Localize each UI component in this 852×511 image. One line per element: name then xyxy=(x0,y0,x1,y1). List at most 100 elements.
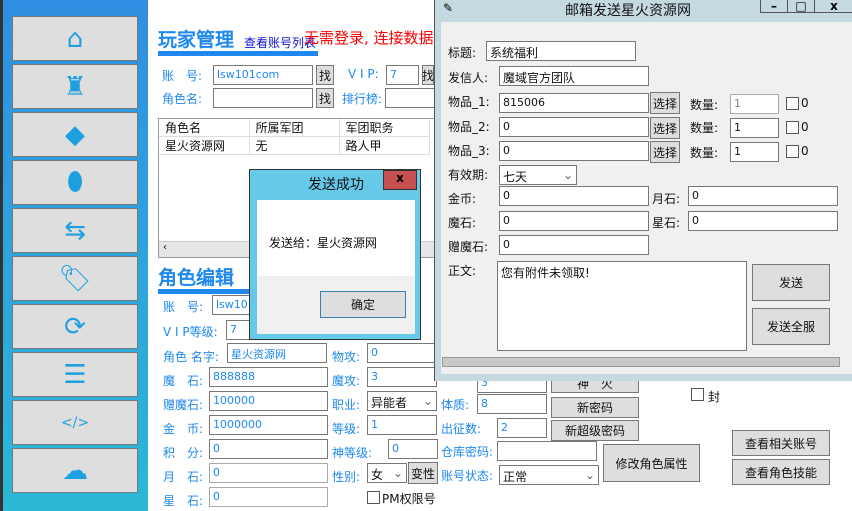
table-header: 角色名 所属军团 军团职务 xyxy=(159,119,430,137)
nav-egg[interactable]: ⬮ xyxy=(12,160,138,205)
body-textarea[interactable]: 您有附件未领取! xyxy=(497,261,747,351)
col-header[interactable]: 所属军团 xyxy=(249,119,340,137)
send-button[interactable]: 发送 xyxy=(752,264,830,301)
account-status-value: 正常 xyxy=(503,470,528,484)
modify-role-button[interactable]: 修改角色属性 xyxy=(603,444,700,482)
send-success-dialog: 发送成功 x 发送给：星火资源网 确定 xyxy=(249,169,421,340)
item1-choose-button[interactable]: 选择 xyxy=(650,92,680,114)
role-name-input[interactable] xyxy=(213,88,313,108)
gift-stone-input[interactable]: 100000 xyxy=(209,391,328,411)
mail-star-input[interactable]: 0 xyxy=(688,211,838,231)
role-section-title: 角色编辑 xyxy=(158,267,235,289)
patk-label: 物攻: xyxy=(332,350,361,364)
egg-icon: ⬮ xyxy=(66,167,84,197)
gift3-checkbox[interactable] xyxy=(786,145,799,158)
pm-checkbox[interactable] xyxy=(367,491,380,504)
moon-stone-input[interactable]: 0 xyxy=(209,463,328,483)
qty1-label: 数量: xyxy=(690,98,719,112)
account-input[interactable]: lsw101com xyxy=(213,65,313,85)
patk-input[interactable]: 0 xyxy=(367,343,437,363)
role-account-input[interactable]: lsw101 xyxy=(212,295,252,315)
dialog-close-button[interactable]: x xyxy=(383,170,417,190)
nav-players[interactable]: ♜ xyxy=(12,64,138,109)
nav-price[interactable]: 🏷 xyxy=(12,256,138,301)
nav-cloud[interactable]: ☁ xyxy=(12,448,138,493)
level-input[interactable]: 1 xyxy=(367,415,437,435)
dialog-message: 发送给：星火资源网 xyxy=(269,236,378,250)
sender-input[interactable]: 魔域官方团队 xyxy=(499,66,649,86)
app-icon: ✎ xyxy=(443,1,454,15)
mail-moon-input[interactable]: 0 xyxy=(688,186,838,206)
account-status-select[interactable]: 正常 ⌄ xyxy=(499,465,599,485)
chevron-down-icon: ⌄ xyxy=(392,466,403,480)
job-select[interactable]: 异能者 ⌄ xyxy=(367,391,437,411)
magic-stone-input[interactable]: 888888 xyxy=(209,367,328,387)
view-related-accounts-button[interactable]: 查看相关账号 xyxy=(732,430,830,456)
find-vip-button[interactable]: 找 xyxy=(422,65,434,85)
points-input[interactable]: 0 xyxy=(209,439,328,459)
gift1-checkbox[interactable] xyxy=(786,97,799,110)
item3-choose-button[interactable]: 选择 xyxy=(650,141,680,163)
view-role-skills-button[interactable]: 查看角色技能 xyxy=(732,459,830,485)
item2-label: 物品_2: xyxy=(448,120,490,134)
nav-home[interactable]: ⌂ xyxy=(12,16,138,61)
mail-magic-stone-input[interactable]: 0 xyxy=(499,211,649,231)
moon-stone-label: 月 石: xyxy=(163,470,204,484)
maximize-button[interactable]: □ xyxy=(787,0,815,13)
account-label: 账 号: xyxy=(162,69,203,83)
close-button[interactable]: x xyxy=(814,0,852,13)
ban-checkbox[interactable] xyxy=(691,388,704,401)
char-name-label: 角色 名字: xyxy=(163,350,219,364)
list-edit-icon: ☰ xyxy=(63,359,87,390)
god-level-input[interactable]: 0 xyxy=(388,439,438,459)
expiry-select[interactable]: 七天 ⌄ xyxy=(499,165,577,185)
mail-gold-input[interactable]: 0 xyxy=(499,186,649,206)
item1-input[interactable]: 815006 xyxy=(499,93,649,113)
home-icon: ⌂ xyxy=(66,23,84,54)
qty3-input[interactable]: 1 xyxy=(730,142,779,162)
warehouse-password-input[interactable] xyxy=(497,441,597,461)
gender-value: 女 xyxy=(371,468,384,482)
cloud-icon: ☁ xyxy=(62,455,88,486)
nav-code[interactable]: </> xyxy=(12,400,138,445)
gold-input[interactable]: 1000000 xyxy=(209,415,328,435)
col-header[interactable]: 军团职务 xyxy=(339,119,430,137)
gender-select[interactable]: 女 ⌄ xyxy=(367,463,407,483)
gift-stone-label: 赠魔石: xyxy=(163,398,204,412)
role-account-label: 账 号: xyxy=(163,300,204,314)
nav-diamond[interactable]: ◆ xyxy=(12,112,138,157)
find-role-button[interactable]: 找 xyxy=(316,88,334,108)
gift2-checkbox[interactable] xyxy=(786,121,799,134)
matk-input[interactable]: 3 xyxy=(367,367,437,387)
minimize-button[interactable]: – xyxy=(760,0,788,13)
nav-list[interactable]: ☰ xyxy=(12,352,138,397)
nav-refresh[interactable]: ⟳ xyxy=(12,304,138,349)
char-name-input[interactable]: 星火资源网 xyxy=(227,343,327,363)
item3-input[interactable]: 0 xyxy=(499,141,649,161)
qty2-input[interactable]: 1 xyxy=(730,118,779,138)
expedition-input[interactable]: 2 xyxy=(497,418,547,438)
qty1-input[interactable]: 1 xyxy=(730,94,779,114)
gift1-label: 0 xyxy=(801,96,809,110)
sidebar: ⌂ ♜ ◆ ⬮ ⇆ 🏷 ⟳ ☰ </> ☁ xyxy=(0,0,148,511)
rank-input[interactable] xyxy=(385,88,435,108)
vip-input[interactable]: 7 xyxy=(386,65,419,85)
subject-input[interactable]: 系统福利 xyxy=(486,41,636,61)
chevron-down-icon: ⌄ xyxy=(422,394,433,408)
item2-choose-button[interactable]: 选择 xyxy=(650,117,680,139)
refresh-icon: ⟳ xyxy=(64,311,86,342)
find-account-button[interactable]: 找 xyxy=(316,65,334,85)
new-password-button[interactable]: 新密码 xyxy=(551,397,639,418)
nav-transfer[interactable]: ⇆ xyxy=(12,208,138,253)
star-stone-input[interactable]: 0 xyxy=(209,487,328,507)
constitution-input[interactable]: 8 xyxy=(477,394,547,414)
ok-button[interactable]: 确定 xyxy=(320,291,406,318)
new-super-password-button[interactable]: 新超级密码 xyxy=(551,420,639,441)
change-gender-button[interactable]: 变性 xyxy=(408,462,438,484)
transfer-arrows-icon: ⇆ xyxy=(64,215,86,246)
table-row[interactable]: 星火资源网无路人甲 xyxy=(159,136,430,155)
mail-gift-stone-input[interactable]: 0 xyxy=(499,235,649,255)
col-header[interactable]: 角色名 xyxy=(159,119,250,137)
item2-input[interactable]: 0 xyxy=(499,117,649,137)
send-all-button[interactable]: 发送全服 xyxy=(752,308,830,345)
